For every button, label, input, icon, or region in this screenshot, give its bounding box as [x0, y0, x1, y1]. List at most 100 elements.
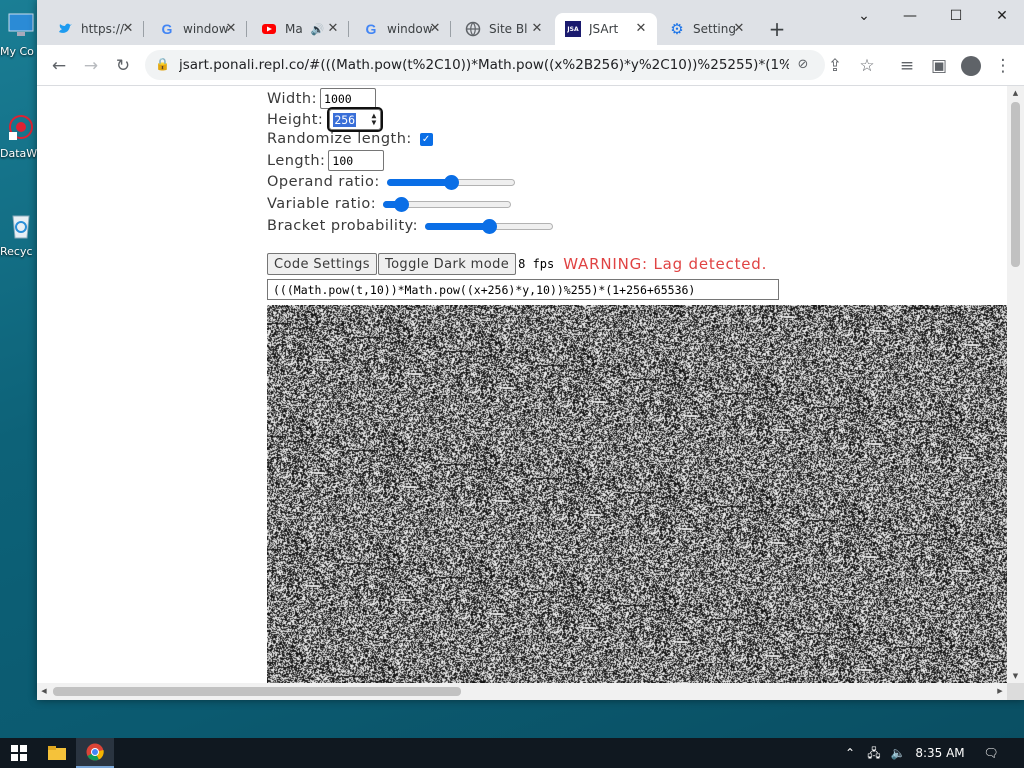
randomize-length-label: Randomize length: [267, 131, 412, 147]
art-canvas[interactable] [267, 305, 1007, 683]
side-panel-button[interactable]: ▣ [925, 52, 953, 80]
code-settings-button[interactable]: Code Settings [267, 253, 377, 275]
clock[interactable]: 8:35 AM [914, 738, 966, 768]
volume-icon: 🔈 [890, 746, 906, 760]
network-button[interactable]: 🖧 [862, 738, 886, 768]
profile-button[interactable] [957, 52, 985, 80]
tray-overflow-button[interactable]: ⌃ [840, 738, 860, 768]
tab-site-blocker[interactable]: Site Bl ✕ [455, 13, 553, 45]
menu-button[interactable]: ⋮ [989, 52, 1017, 80]
new-tab-button[interactable]: + [765, 18, 789, 42]
bracket-probability-slider[interactable] [425, 218, 554, 234]
media-button[interactable]: ≡ [893, 52, 921, 80]
star-icon: ☆ [859, 56, 875, 76]
toggle-dark-mode-button[interactable]: Toggle Dark mode [377, 253, 517, 275]
minimize-icon: — [903, 8, 917, 24]
tab-google-window[interactable]: G window ✕ [149, 13, 247, 45]
tab-settings[interactable]: ⚙ Setting ✕ [659, 13, 755, 45]
tab-strip: https:// ✕ G window ✕ Ma 🔊 ✕ G window ✕ … [37, 0, 1024, 45]
tab-label: JSArt [589, 22, 619, 36]
folder-icon [48, 746, 66, 760]
tab-google-window-2[interactable]: G window ✕ [353, 13, 451, 45]
scroll-up-arrow[interactable]: ▲ [1007, 86, 1024, 100]
width-input[interactable] [320, 88, 377, 109]
windows-icon [11, 745, 27, 761]
close-icon[interactable]: ✕ [120, 21, 136, 37]
scroll-right-arrow[interactable]: ▶ [993, 683, 1007, 700]
start-button[interactable] [0, 738, 38, 768]
height-label: Height: [267, 111, 324, 128]
close-icon[interactable]: ✕ [427, 21, 443, 37]
close-icon[interactable]: ✕ [731, 21, 747, 37]
tab-label: window [183, 22, 229, 36]
code-input[interactable]: (((Math.pow(t,10))*Math.pow((x+256)*y,10… [267, 279, 779, 300]
desktop-icon-datawrapper[interactable]: DataW [0, 112, 40, 160]
scroll-left-arrow[interactable]: ◀ [37, 683, 51, 700]
vertical-scroll-thumb[interactable] [1011, 102, 1020, 267]
forward-button[interactable]: → [77, 52, 105, 80]
close-icon[interactable]: ✕ [529, 21, 545, 37]
chrome-taskbar-button[interactable] [76, 738, 114, 768]
blocked-content-icon[interactable]: ⊘ [793, 55, 813, 75]
length-label: Length: [267, 152, 326, 169]
variable-ratio-label: Variable ratio: [267, 196, 377, 212]
tab-twitter[interactable]: https:// ✕ [47, 13, 144, 45]
desktop-icon-recycle-bin[interactable]: Recyc [0, 210, 40, 258]
datawrapper-icon [9, 115, 33, 140]
notifications-button[interactable]: 🗨 [978, 738, 1004, 768]
scrollbar-corner [1007, 683, 1024, 700]
page-viewport: Width: Height: 256 ▲▼ Randomize length: … [37, 86, 1007, 683]
fps-counter: 8 fps [518, 257, 555, 271]
height-value: 256 [333, 113, 357, 127]
maximize-icon: ☐ [949, 8, 963, 24]
maximize-button[interactable]: ☐ [933, 2, 979, 30]
variable-ratio-slider[interactable] [383, 196, 512, 212]
minimize-button[interactable]: — [887, 2, 933, 30]
globe-icon [465, 21, 481, 37]
vertical-scrollbar[interactable]: ▲ ▼ [1007, 86, 1024, 683]
share-icon: ⇪ [827, 56, 843, 76]
desktop-icon-my-computer[interactable]: My Co [0, 10, 40, 58]
taskbar: ⌃ 🖧 🔈 8:35 AM 🗨 [0, 738, 1024, 768]
height-input[interactable]: 256 ▲ ▼ [327, 107, 384, 132]
tab-label: Site Bl [489, 22, 528, 36]
reload-button[interactable]: ↻ [109, 52, 137, 80]
gear-icon: ⚙ [670, 20, 684, 38]
scroll-down-arrow[interactable]: ▼ [1007, 669, 1024, 683]
volume-button[interactable]: 🔈 [886, 738, 910, 768]
desktop-icon-label: Recyc [0, 245, 33, 258]
tab-jsart[interactable]: JSA JSArt ✕ [555, 13, 657, 45]
spinner-icon[interactable]: ▲ ▼ [372, 112, 377, 127]
horizontal-scrollbar[interactable]: ◀ ▶ [37, 683, 1007, 700]
tab-label: Ma [285, 22, 303, 36]
share-button[interactable]: ⇪ [821, 52, 849, 80]
back-button[interactable]: ← [45, 52, 73, 80]
close-icon[interactable]: ✕ [325, 21, 341, 37]
tab-search-button[interactable]: ⌄ [841, 2, 887, 30]
operand-ratio-label: Operand ratio: [267, 174, 380, 190]
reload-icon: ↻ [115, 56, 131, 76]
horizontal-scroll-thumb[interactable] [53, 687, 461, 696]
close-window-button[interactable]: ✕ [979, 2, 1024, 30]
operand-ratio-slider[interactable] [386, 174, 515, 190]
tab-youtube[interactable]: Ma 🔊 ✕ [251, 13, 349, 45]
file-explorer-button[interactable] [38, 738, 76, 768]
browser-window: https:// ✕ G window ✕ Ma 🔊 ✕ G window ✕ … [37, 0, 1024, 700]
google-icon: G [161, 21, 173, 37]
desktop-icon-label: DataW [0, 147, 38, 160]
speaker-icon[interactable]: 🔊 [311, 23, 325, 36]
chevron-up-icon: ⌃ [844, 746, 856, 760]
bookmark-button[interactable]: ☆ [853, 52, 881, 80]
close-icon[interactable]: ✕ [223, 21, 239, 37]
length-input[interactable] [328, 150, 385, 171]
width-label: Width: [267, 90, 318, 107]
randomize-length-checkbox[interactable]: ✓ [419, 132, 433, 146]
tab-label: https:// [81, 22, 125, 36]
side-panel-icon: ▣ [930, 56, 948, 76]
close-icon[interactable]: ✕ [633, 21, 649, 37]
jsart-icon: JSA [565, 21, 581, 37]
url-text[interactable]: jsart.ponali.repl.co/#(((Math.pow(t%2C10… [179, 57, 789, 73]
address-bar[interactable]: 🔒 jsart.ponali.repl.co/#(((Math.pow(t%2C… [145, 50, 825, 80]
youtube-icon [261, 21, 277, 37]
desktop-icon-label: My Co [0, 45, 34, 58]
